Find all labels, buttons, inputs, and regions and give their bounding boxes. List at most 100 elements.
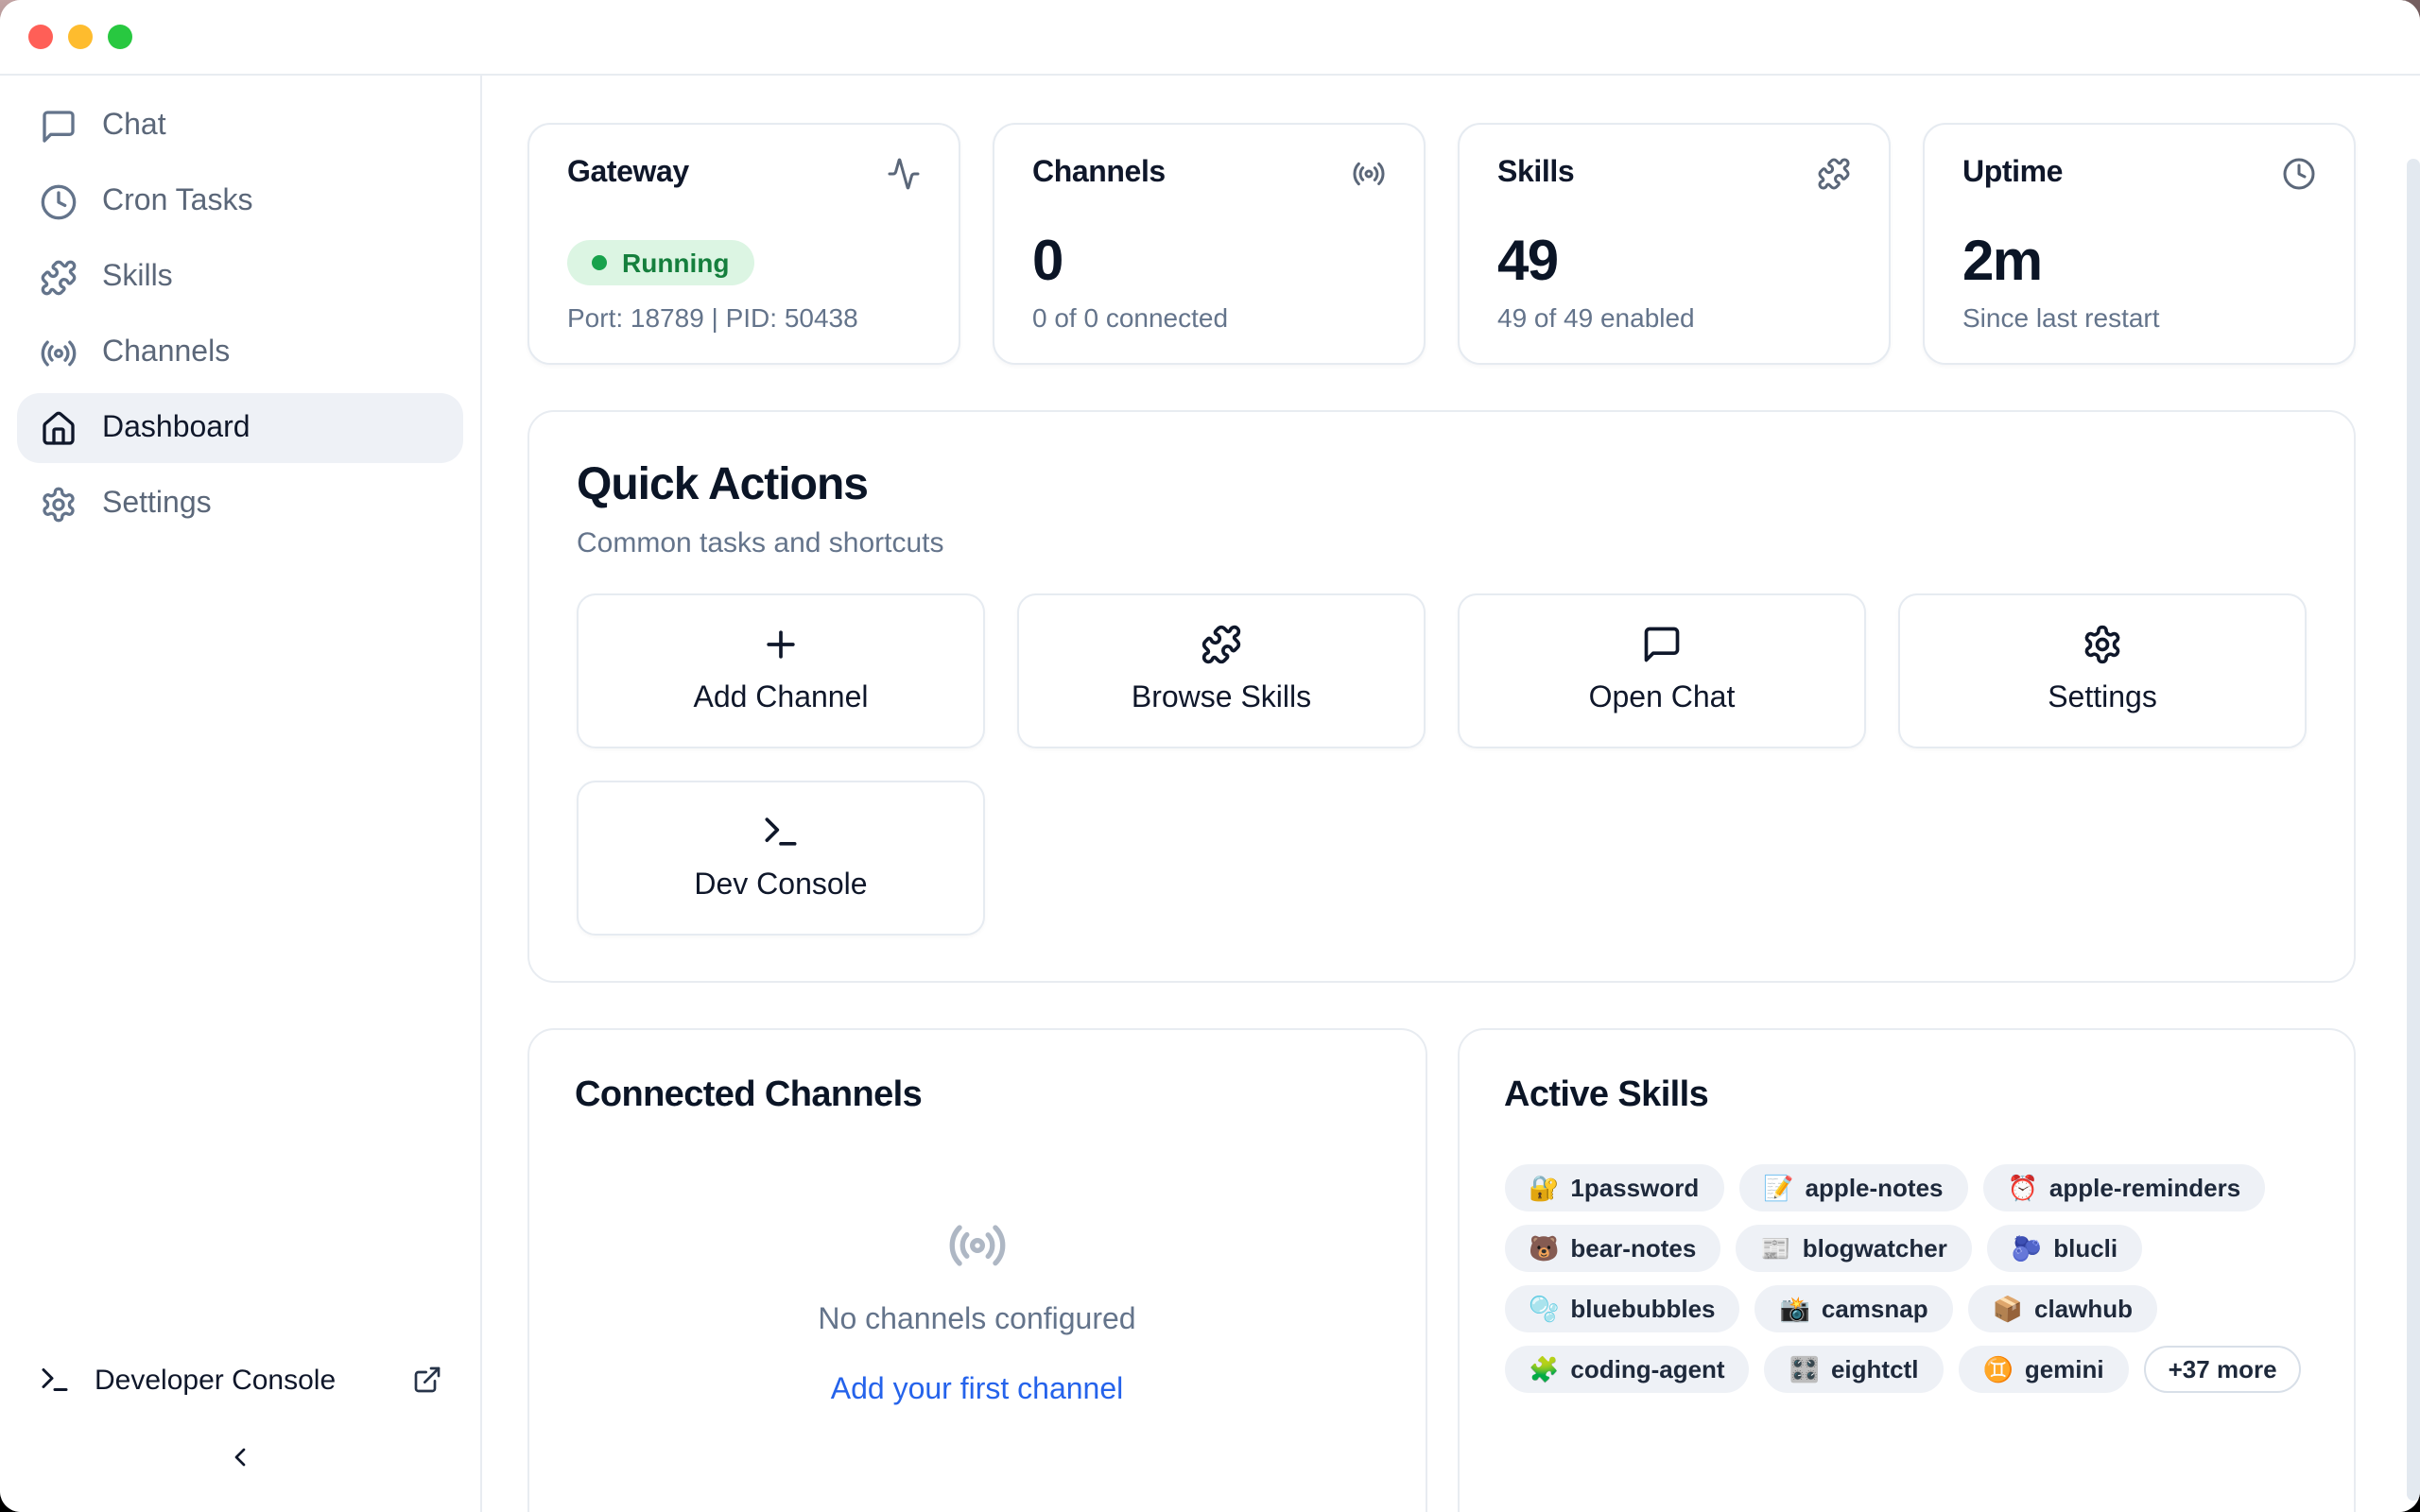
stat-card-subtext: Port: 18789 | PID: 50438 — [567, 302, 921, 333]
sidebar-item-label: Cron Tasks — [102, 184, 252, 218]
external-link-icon — [412, 1365, 442, 1395]
sidebar-item-label: Chat — [102, 109, 166, 143]
skill-chip-label: gemini — [2025, 1353, 2104, 1385]
skill-chip-label: bear-notes — [1570, 1232, 1696, 1264]
minimize-button[interactable] — [68, 25, 93, 49]
skill-chip-eightctl: 🎛️eightctl — [1765, 1346, 1944, 1393]
chevron-left-icon — [225, 1442, 255, 1472]
skill-emoji-icon: 📰 — [1760, 1236, 1790, 1261]
stat-card-uptime: Uptime 2m Since last restart — [1923, 123, 2356, 365]
puzzle-icon — [40, 258, 78, 296]
skills-more-chip[interactable]: +37 more — [2144, 1346, 2302, 1393]
stat-card-title: Gateway — [567, 157, 689, 191]
skill-emoji-icon: ⏰ — [2008, 1176, 2038, 1200]
message-square-icon — [1641, 625, 1683, 666]
quick-action-label: Dev Console — [694, 870, 867, 904]
quick-action-dev-console[interactable]: Dev Console — [577, 781, 985, 936]
radio-icon — [947, 1215, 1008, 1276]
stat-card-spacer — [1962, 191, 2316, 234]
stats-row: Gateway Running Port: 18789 | PID: 50438 Ch… — [527, 123, 2356, 365]
status-badge-label: Running — [622, 248, 730, 278]
quick-action-open-chat[interactable]: Open Chat — [1458, 593, 1866, 748]
bottom-row: Connected Channels No channels configure… — [527, 1028, 2356, 1512]
skills-more-label: +37 more — [2169, 1353, 2277, 1385]
stat-card-value: 2m — [1962, 234, 2316, 291]
quick-action-settings[interactable]: Settings — [1898, 593, 2307, 748]
quick-action-browse-skills[interactable]: Browse Skills — [1017, 593, 1426, 748]
skill-chips: 🔐1password 📝apple-notes ⏰ apple-reminders 🐻 b… — [1504, 1164, 2308, 1393]
skill-chip-label: apple-notes — [1806, 1172, 1944, 1204]
quick-action-label: Add Channel — [693, 683, 868, 717]
sidebar: Chat Cron Tasks Skills Channels DashboardSet… — [0, 76, 482, 1512]
settings-icon — [2082, 625, 2123, 666]
stat-card-value: 49 — [1497, 234, 1851, 291]
stat-card-header: Skills — [1497, 157, 1851, 191]
radio-icon — [40, 334, 78, 371]
sidebar-item-skills[interactable]: Skills — [17, 242, 463, 312]
sidebar-item-label: Skills — [102, 260, 173, 294]
stat-card-title: Channels — [1032, 157, 1166, 191]
skill-chip-label: blogwatcher — [1803, 1232, 1947, 1264]
quick-action-add-channel[interactable]: Add Channel — [577, 593, 985, 748]
skill-chip-blogwatcher: 📰 blogwatcher — [1736, 1225, 1972, 1272]
sidebar-item-channels[interactable]: Channels — [17, 318, 463, 387]
skill-chip-1password: 🔐1password — [1504, 1164, 1723, 1211]
skill-chip-label: clawhub — [2034, 1293, 2133, 1325]
sidebar-item-settings[interactable]: Settings — [17, 469, 463, 539]
status-badge: Running — [567, 240, 754, 285]
stat-card-channels: Channels 0 0 of 0 connected — [993, 123, 1426, 365]
skill-chip-label: apple-reminders — [2049, 1172, 2240, 1204]
stat-card-subtext: Since last restart — [1962, 302, 2316, 333]
radio-icon — [1352, 157, 1386, 191]
skill-chip-label: camsnap — [1822, 1293, 1928, 1325]
skill-emoji-icon: 🔐 — [1529, 1176, 1559, 1200]
skill-chip-label: blucli — [2053, 1232, 2118, 1264]
quick-actions-title: Quick Actions — [577, 459, 2307, 514]
skill-chip-apple-notes: 📝apple-notes — [1738, 1164, 1967, 1211]
sidebar-item-cron-tasks[interactable]: Cron Tasks — [17, 166, 463, 236]
stat-card-skills: Skills 49 49 of 49 enabled — [1458, 123, 1891, 365]
skill-chip-blucli: 🫐blucli — [1987, 1225, 2142, 1272]
skill-chip-apple-reminders: ⏰ apple-reminders — [1983, 1164, 2266, 1211]
stat-card-value: 0 — [1032, 234, 1386, 291]
zoom-button[interactable] — [108, 25, 132, 49]
add-first-channel-link[interactable]: Add your first channel — [831, 1374, 1124, 1408]
skill-chip-bear-notes: 🐻 bear-notes — [1504, 1225, 1720, 1272]
close-button[interactable] — [28, 25, 53, 49]
stat-card-header: Gateway — [567, 157, 921, 191]
skill-emoji-icon: 🐻 — [1529, 1236, 1559, 1261]
skill-emoji-icon: 🫧 — [1529, 1297, 1559, 1321]
active-skills-title: Active Skills — [1504, 1075, 2308, 1117]
channels-empty-state: No channels configured Add your first ch… — [575, 1215, 1379, 1408]
quick-actions-grid: Add Channel Browse SkillsOpen Chat Setting… — [577, 593, 2307, 936]
skill-emoji-icon: ♊️ — [1982, 1357, 2013, 1382]
main-content: Gateway Running Port: 18789 | PID: 50438 Ch… — [482, 76, 2420, 1512]
stat-card-subtext: 49 of 49 enabled — [1497, 302, 1851, 333]
scrollbar-thumb[interactable] — [2407, 159, 2420, 1501]
skill-chip-label: eightctl — [1831, 1353, 1918, 1385]
connected-channels-title: Connected Channels — [575, 1075, 1379, 1117]
puzzle-icon — [1817, 157, 1851, 191]
message-square-icon — [40, 107, 78, 145]
sidebar-collapse-button[interactable] — [0, 1425, 480, 1489]
stat-card-spacer — [567, 191, 921, 240]
quick-action-label: Settings — [2048, 683, 2157, 717]
sidebar-item-label: Channels — [102, 335, 230, 369]
stat-card-header: Channels — [1032, 157, 1386, 191]
stat-card-subtext: 0 of 0 connected — [1032, 302, 1386, 333]
titlebar — [0, 0, 2420, 76]
clock-icon — [2282, 157, 2316, 191]
sidebar-item-dashboard[interactable]: Dashboard — [17, 393, 463, 463]
skill-chip-clawhub: 📦clawhub — [1968, 1285, 2157, 1332]
skill-chip-camsnap: 📸camsnap — [1755, 1285, 1953, 1332]
skill-chip-label: bluebubbles — [1570, 1293, 1715, 1325]
sidebar-item-chat[interactable]: Chat — [17, 91, 463, 161]
activity-icon — [887, 157, 921, 191]
skill-chip-bluebubbles: 🫧 bluebubbles — [1504, 1285, 1740, 1332]
stat-card-header: Uptime — [1962, 157, 2316, 191]
skill-chip-gemini: ♊️ gemini — [1958, 1346, 2128, 1393]
developer-console-button[interactable]: Developer Console — [0, 1342, 480, 1418]
stat-card-title: Uptime — [1962, 157, 2063, 191]
skill-emoji-icon: 🧩 — [1529, 1357, 1559, 1382]
quick-actions-panel: Quick Actions Common tasks and shortcuts… — [527, 410, 2356, 983]
